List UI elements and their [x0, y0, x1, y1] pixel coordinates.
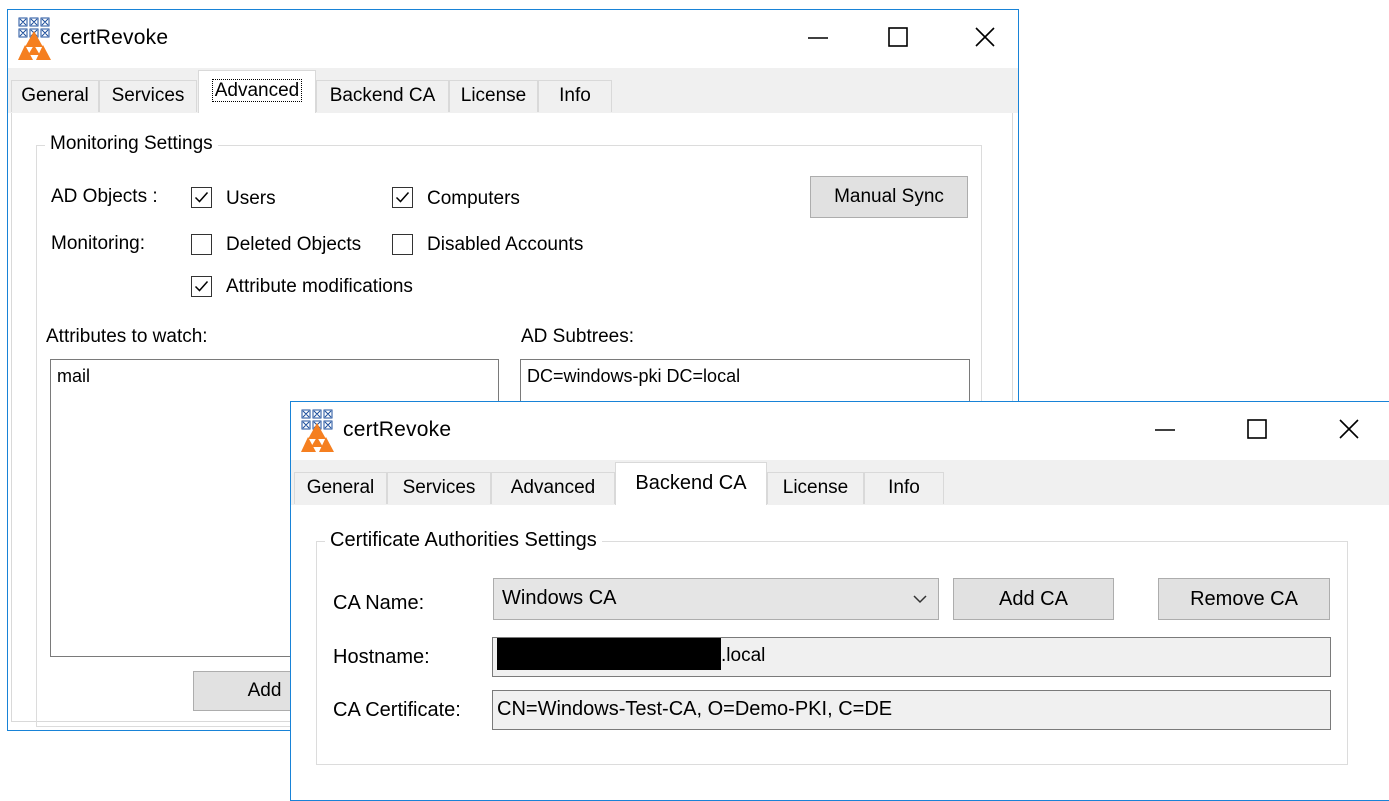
disabled-accounts-label[interactable]: Disabled Accounts — [427, 234, 583, 256]
tab-content-backend-ca: Certificate Authorities Settings CA Name… — [291, 505, 1389, 800]
hostname-suffix: .local — [721, 645, 766, 666]
tab-license[interactable]: License — [767, 472, 864, 504]
minimize-icon[interactable] — [796, 18, 840, 58]
chevron-down-icon — [913, 595, 927, 604]
window-title: certRevoke — [343, 418, 452, 441]
computers-checkbox[interactable] — [392, 187, 413, 208]
ca-name-label: CA Name: — [333, 592, 425, 614]
add-ca-button[interactable]: Add CA — [953, 578, 1114, 620]
remove-ca-button[interactable]: Remove CA — [1158, 578, 1330, 620]
checkmark-icon — [194, 192, 209, 203]
maximize-icon[interactable] — [876, 18, 920, 58]
users-label[interactable]: Users — [226, 188, 276, 210]
title-bar[interactable]: certRevoke — [8, 10, 1018, 68]
deleted-objects-label[interactable]: Deleted Objects — [226, 234, 361, 256]
group-title: Certificate Authorities Settings — [325, 529, 602, 552]
close-icon[interactable] — [963, 18, 1007, 58]
tab-general[interactable]: General — [294, 472, 387, 504]
tab-info[interactable]: Info — [864, 472, 944, 504]
checkmark-icon — [395, 192, 410, 203]
attributes-to-watch-label: Attributes to watch: — [46, 326, 208, 347]
front-window: certRevoke General Services Advanced Bac… — [290, 401, 1389, 801]
app-logo-icon — [18, 17, 51, 60]
ad-objects-label: AD Objects : — [51, 186, 158, 207]
tab-advanced[interactable]: Advanced — [198, 70, 316, 113]
list-item[interactable]: DC=windows-pki DC=local — [527, 366, 740, 387]
list-item[interactable]: mail — [57, 366, 90, 387]
attribute-modifications-checkbox[interactable] — [191, 276, 212, 297]
hostname-field[interactable]: .local — [492, 637, 1331, 677]
title-bar[interactable]: certRevoke — [291, 402, 1389, 460]
tab-strip: General Services Advanced Backend CA Lic… — [8, 68, 1018, 114]
attribute-modifications-label[interactable]: Attribute modifications — [226, 276, 413, 298]
app-logo-icon — [301, 409, 334, 452]
tab-license[interactable]: License — [449, 80, 538, 112]
tab-advanced[interactable]: Advanced — [491, 472, 615, 504]
tab-general[interactable]: General — [11, 80, 99, 112]
ad-subtrees-label: AD Subtrees: — [521, 326, 634, 347]
tab-services[interactable]: Services — [387, 472, 491, 504]
window-title: certRevoke — [60, 26, 169, 49]
close-icon[interactable] — [1327, 410, 1371, 450]
ca-name-value: Windows CA — [502, 587, 617, 609]
disabled-accounts-checkbox[interactable] — [392, 234, 413, 255]
tab-info[interactable]: Info — [538, 80, 612, 112]
group-title: Monitoring Settings — [45, 133, 218, 155]
computers-label[interactable]: Computers — [427, 188, 520, 210]
hostname-label: Hostname: — [333, 646, 430, 668]
checkmark-icon — [194, 281, 209, 292]
redacted-hostname — [497, 637, 721, 670]
ca-certificate-label: CA Certificate: — [333, 699, 461, 721]
minimize-icon[interactable] — [1143, 410, 1187, 450]
deleted-objects-checkbox[interactable] — [191, 234, 212, 255]
tab-services[interactable]: Services — [99, 80, 197, 112]
users-checkbox[interactable] — [191, 187, 212, 208]
tab-backend-ca[interactable]: Backend CA — [316, 80, 449, 112]
ca-name-select[interactable]: Windows CA — [493, 578, 939, 620]
manual-sync-button[interactable]: Manual Sync — [810, 176, 968, 218]
ca-certificate-field[interactable]: CN=Windows-Test-CA, O=Demo-PKI, C=DE — [492, 690, 1331, 730]
tab-backend-ca[interactable]: Backend CA — [615, 462, 767, 505]
monitoring-label: Monitoring: — [51, 233, 145, 254]
maximize-icon[interactable] — [1235, 410, 1279, 450]
tab-strip: General Services Advanced Backend CA Lic… — [291, 460, 1389, 506]
